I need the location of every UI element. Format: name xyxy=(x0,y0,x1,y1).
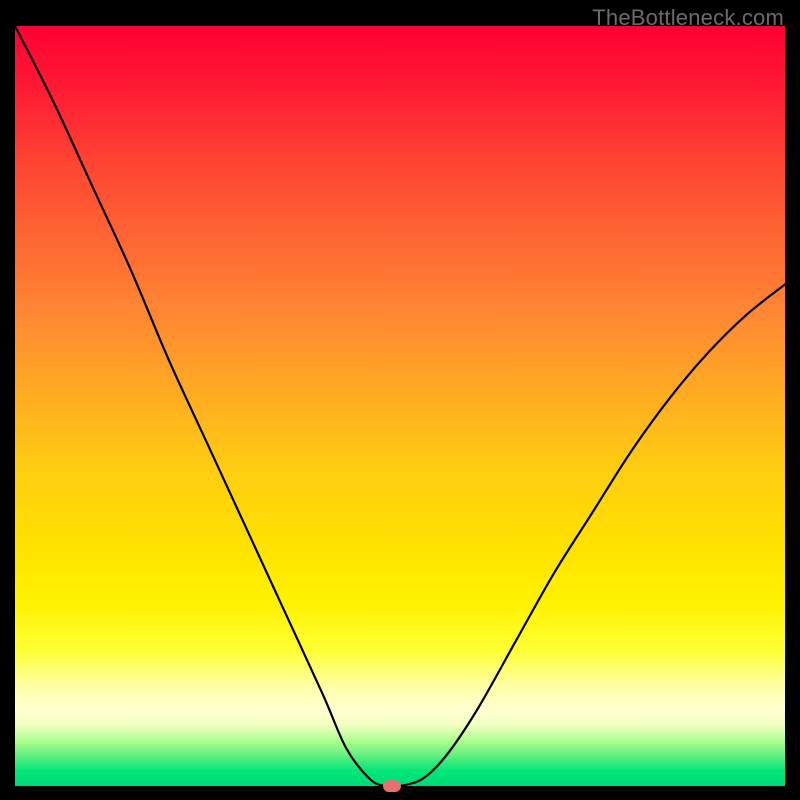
chart-plot-area xyxy=(15,26,785,786)
chart-line-series xyxy=(15,26,785,786)
chart-marker-dot xyxy=(383,780,401,792)
